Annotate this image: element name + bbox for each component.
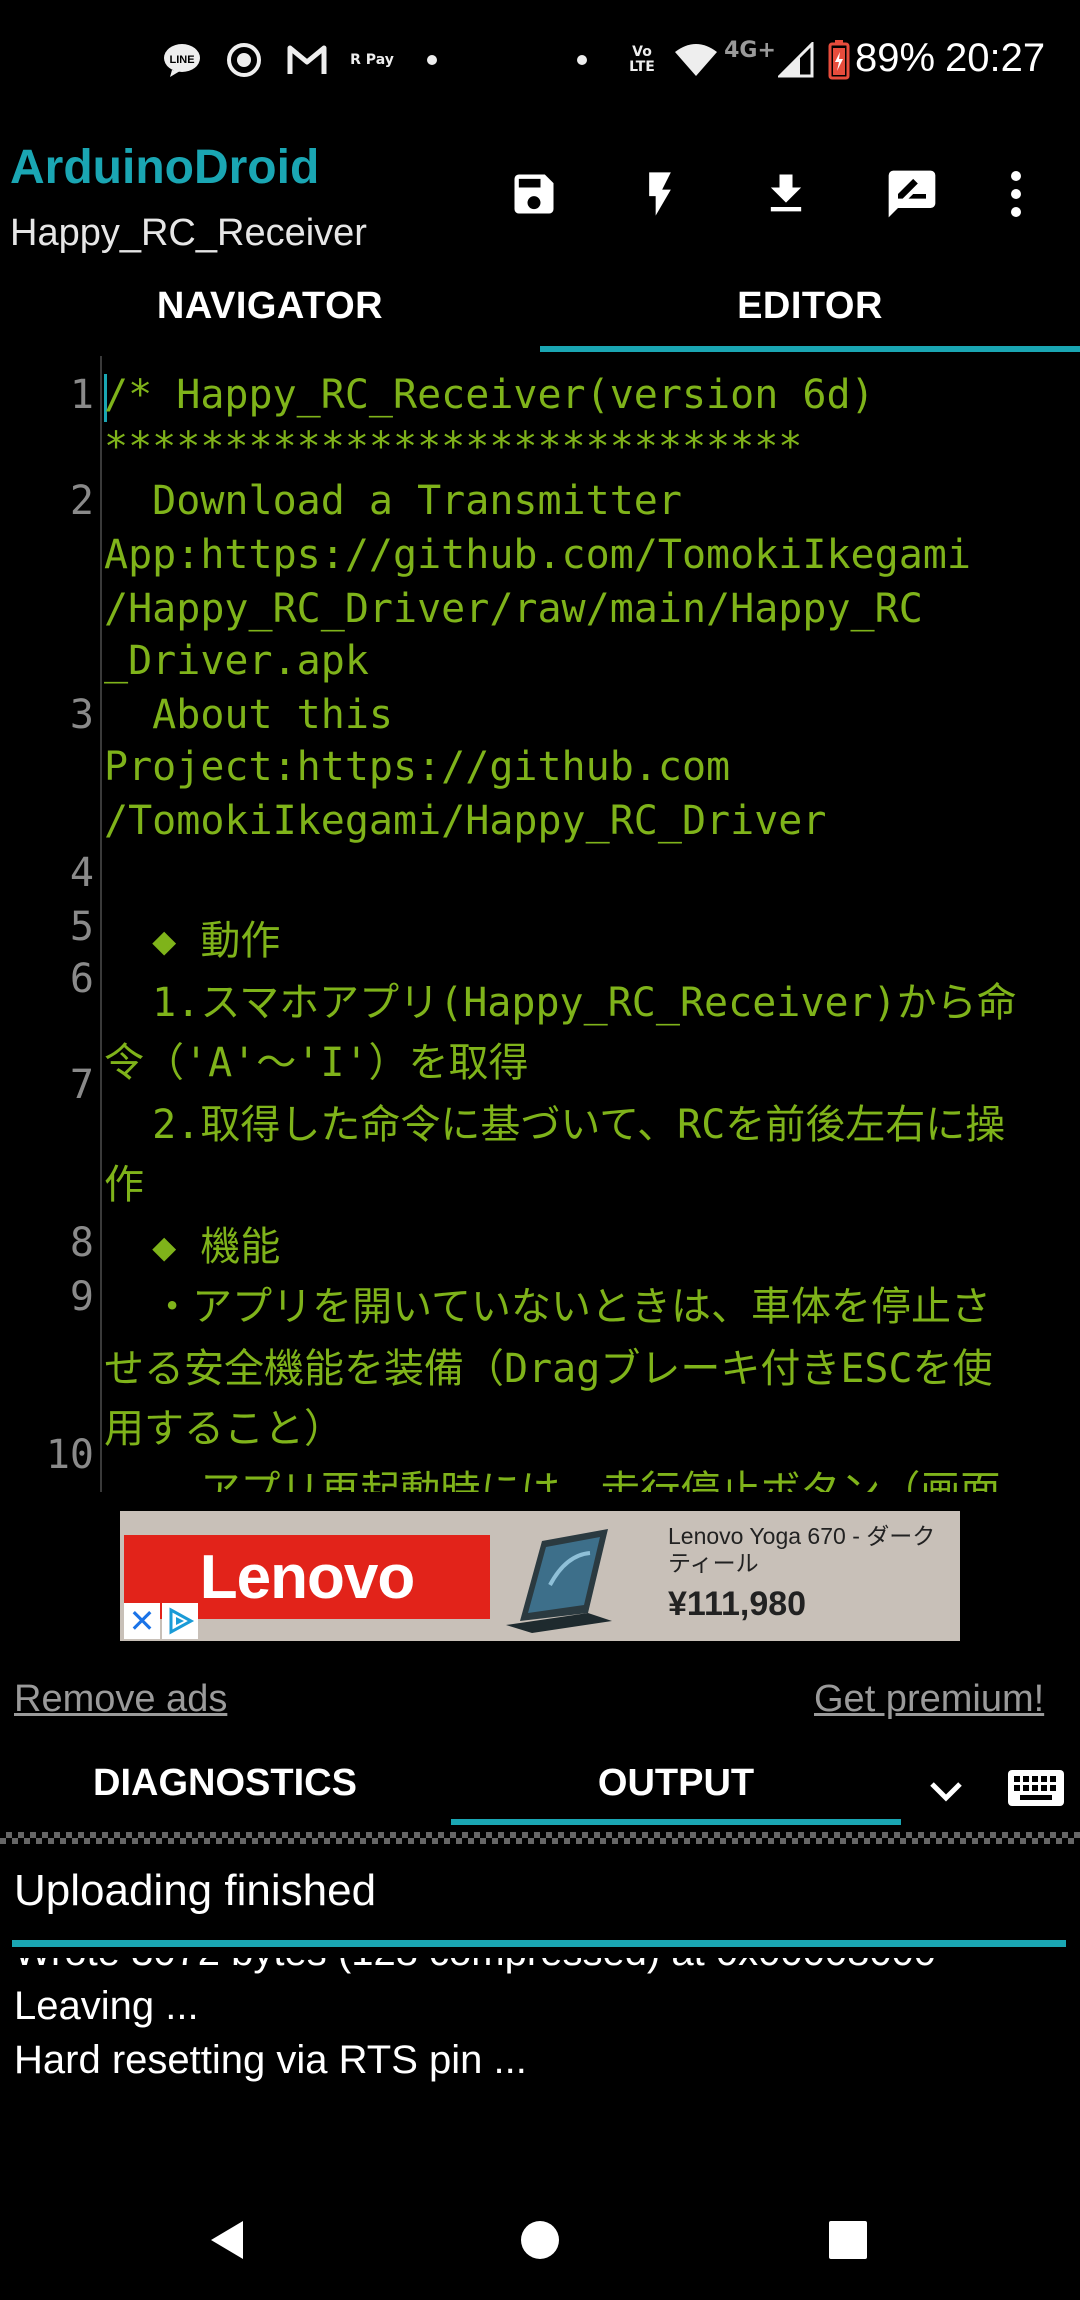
line-number: 1 (69, 372, 94, 418)
tab-editor[interactable]: EDITOR (540, 285, 1080, 345)
compile-button[interactable] (624, 158, 696, 230)
home-circle-icon (521, 2221, 559, 2259)
line-number: 10 (45, 1432, 94, 1478)
line-number: 9 (69, 1274, 94, 1320)
keyboard-icon (1008, 1770, 1064, 1806)
line-number: 7 (69, 1062, 94, 1108)
code-line: /TomokiIkegami/Happy_RC_Driver (104, 798, 827, 844)
tab-output[interactable]: OUTPUT (451, 1762, 901, 1805)
save-button[interactable] (498, 158, 570, 230)
dot-icon (572, 40, 592, 80)
overflow-menu-button[interactable] (986, 158, 1046, 230)
recents-square-icon (829, 2221, 867, 2259)
upload-progress-bar (12, 1940, 1066, 1947)
keyboard-toggle-button[interactable] (1004, 1762, 1068, 1814)
line-number: 8 (69, 1220, 94, 1266)
wifi-icon (672, 40, 720, 80)
output-tab-indicator (451, 1819, 901, 1825)
code-line: 用すること） (104, 1406, 344, 1452)
back-triangle-icon (211, 2221, 243, 2259)
code-editor[interactable]: 1 2 3 4 5 6 7 8 9 10 /* Happy_RC_Receive… (0, 356, 1080, 1492)
serial-monitor-button[interactable] (876, 158, 948, 230)
ad-close-button[interactable]: ✕ (124, 1603, 160, 1639)
signal-icon (776, 40, 816, 80)
volte-icon: Vo LTE (629, 44, 655, 75)
nav-recents-button[interactable] (808, 2200, 888, 2280)
upload-button[interactable] (750, 158, 822, 230)
output-log[interactable]: Wrote 3072 bytes (128 compressed) at 0x0… (0, 1958, 1080, 2108)
sketch-name: Happy_RC_Receiver (10, 212, 367, 254)
ad-product-name: Lenovo Yoga 670 - ダークティール (668, 1523, 936, 1576)
code-line: ◆ 動作 (104, 918, 281, 964)
tab-indicator (540, 346, 1080, 352)
status-bar: LINE R Pay Vo LTE 4G+ 89% 20:27 (0, 0, 1080, 120)
code-line: ◆ 機能 (104, 1224, 281, 1270)
flash-icon (649, 172, 671, 216)
line-number: 2 (69, 478, 94, 524)
upload-status: Uploading finished (14, 1866, 377, 1915)
code-line: App:https://github.com/TomokiIkegami (104, 532, 971, 578)
code-line: せる安全機能を装備（Dragブレーキ付きESCを使 (104, 1346, 993, 1392)
code-line: Project:https://github.com (104, 744, 731, 790)
dot-icon (422, 40, 442, 80)
status-time: 20:27 (945, 36, 1046, 80)
output-line: Hard resetting via RTS pin ... (14, 2038, 527, 2082)
4g-icon: 4G+ (724, 37, 776, 63)
code-line: 作 (104, 1162, 144, 1208)
download-icon (770, 174, 802, 212)
code-line: About this (104, 692, 393, 738)
output-line: Wrote 3072 bytes (128 compressed) at 0x0… (14, 1958, 936, 1975)
nav-back-button[interactable] (188, 2200, 268, 2280)
gutter-divider (100, 356, 102, 1492)
edit-note-icon (888, 170, 936, 218)
remove-ads-link[interactable]: Remove ads (14, 1678, 227, 1721)
get-premium-link[interactable]: Get premium! (814, 1678, 1044, 1721)
gmail-icon (285, 40, 329, 80)
code-line: Download a Transmitter (104, 478, 682, 524)
output-line: Leaving ... (14, 1984, 199, 2028)
laptop-image (480, 1525, 640, 1635)
tab-diagnostics[interactable]: DIAGNOSTICS (0, 1762, 450, 1805)
save-icon (514, 174, 554, 214)
ad-price: ¥111,980 (668, 1585, 807, 1623)
app-title: ArduinoDroid (10, 141, 320, 194)
code-line: アプリ再起動時には、走行停止ボタン（画面 (104, 1468, 1001, 1492)
battery-percent: 89% (855, 36, 936, 80)
line-number: 6 (69, 956, 94, 1002)
code-line: /* Happy_RC_Receiver(version 6d) (104, 372, 875, 418)
more-vert-icon (1011, 171, 1021, 217)
code-line: 1.スマホアプリ(Happy_RC_Receiver)から命 (104, 980, 1017, 1026)
ad-banner[interactable]: Lenovo Lenovo Yoga 670 - ダークティール ¥111,98… (120, 1511, 960, 1641)
target-icon (222, 40, 266, 80)
chevron-down-icon (930, 1782, 962, 1802)
tab-navigator[interactable]: NAVIGATOR (0, 285, 540, 345)
panel-resize-handle[interactable] (0, 1832, 1080, 1844)
collapse-panel-button[interactable] (920, 1766, 972, 1818)
svg-text:LINE: LINE (169, 54, 194, 66)
battery-icon (826, 40, 852, 80)
line-number: 4 (69, 850, 94, 896)
code-line: 2.取得した命令に基づいて、RCを前後左右に操 (104, 1102, 1006, 1148)
adchoices-icon[interactable] (162, 1603, 198, 1639)
code-line: ***************************** (104, 424, 803, 470)
code-line: /Happy_RC_Driver/raw/main/Happy_RC (104, 586, 923, 632)
code-line: ・アプリを開いていないときは、車体を停止さ (104, 1284, 991, 1330)
line-number: 5 (69, 904, 94, 950)
line-icon: LINE (160, 40, 204, 80)
nav-home-button[interactable] (500, 2200, 580, 2280)
code-line: _Driver.apk (104, 638, 369, 684)
rpay-icon: R Pay (350, 52, 394, 68)
code-line: 令（'A'～'I'）を取得 (104, 1040, 529, 1086)
line-number: 3 (69, 692, 94, 738)
